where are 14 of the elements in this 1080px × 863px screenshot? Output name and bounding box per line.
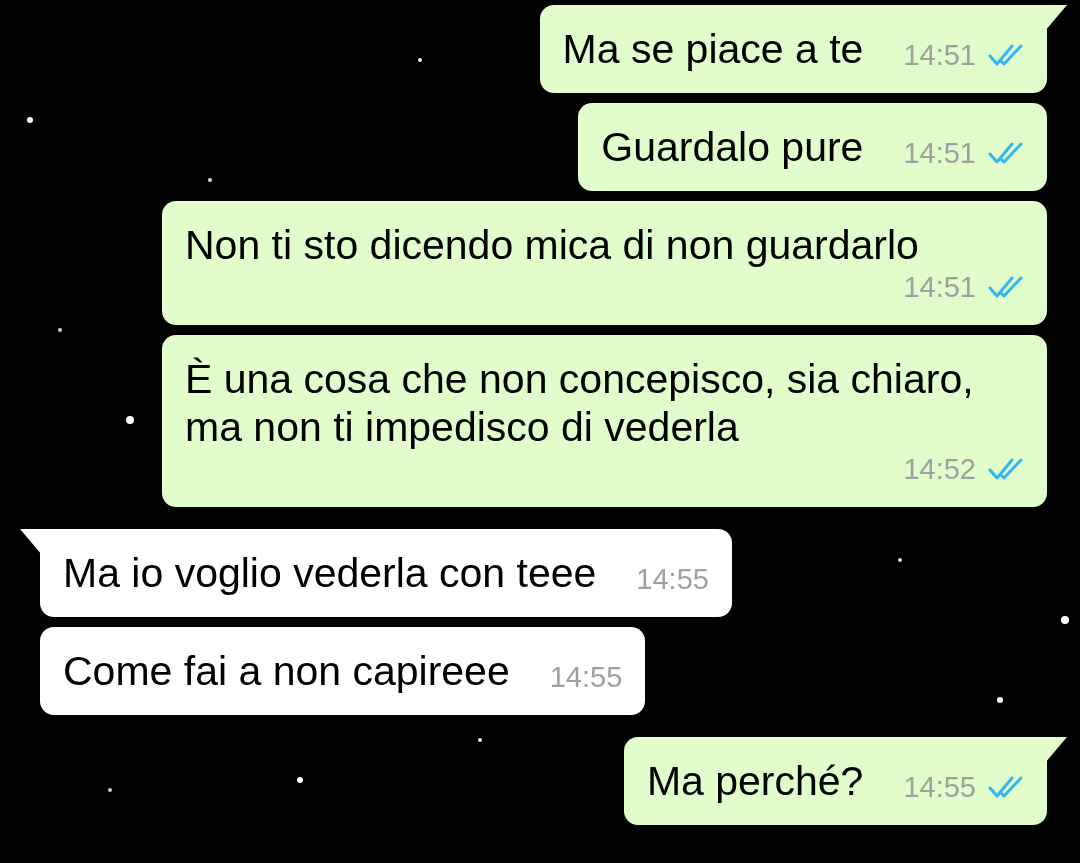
message-time: 14:55 (549, 660, 623, 694)
message-time: 14:51 (903, 270, 976, 304)
message-text: Non ti sto dicendo mica di non guardarlo (185, 221, 919, 269)
message-time: 14:51 (903, 136, 976, 170)
message-time: 14:51 (903, 38, 976, 72)
message-text: Ma io voglio vederla con teee (63, 549, 597, 597)
message-time: 14:52 (903, 452, 976, 486)
message-text: Ma se piace a te (562, 25, 864, 73)
message-time: 14:55 (903, 770, 976, 804)
message-text: Ma perché? (646, 757, 864, 805)
message-text: Guardalo pure (601, 123, 864, 171)
message-text: È una cosa che non concepisco, sia chiaro, ma non ti impedisco di vederla (185, 355, 975, 451)
message-time: 14:55 (636, 562, 709, 596)
message-text: Come fai a non capireee (63, 647, 510, 695)
